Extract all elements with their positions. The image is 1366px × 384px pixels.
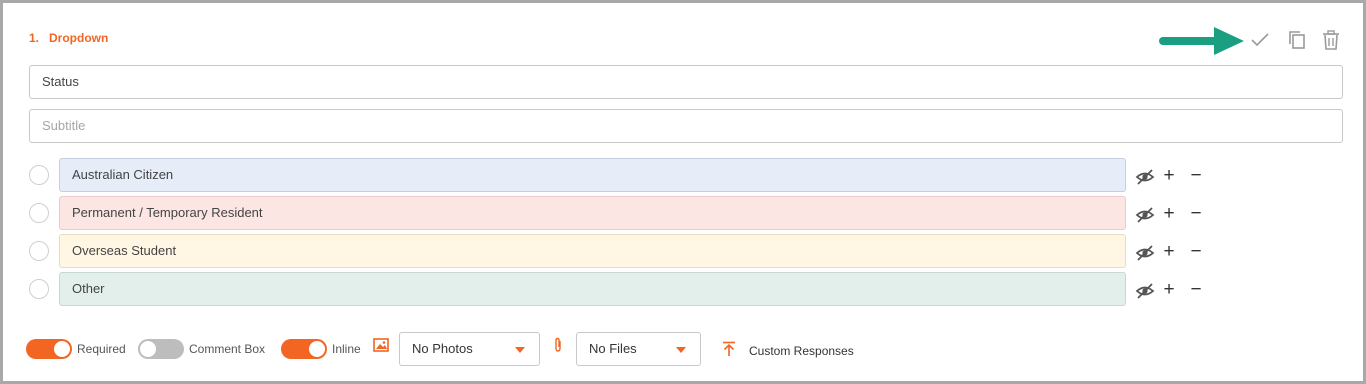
check-icon[interactable] bbox=[1249, 29, 1271, 51]
remove-option-icon[interactable]: − bbox=[1188, 242, 1204, 261]
custom-responses-link[interactable]: Custom Responses bbox=[749, 344, 854, 358]
comment-box-label: Comment Box bbox=[189, 342, 266, 356]
add-option-icon[interactable]: + bbox=[1161, 204, 1177, 223]
caret-down-icon bbox=[676, 347, 686, 353]
eye-off-icon[interactable] bbox=[1135, 243, 1155, 263]
inline-label: Inline bbox=[332, 342, 361, 356]
copy-icon[interactable] bbox=[1286, 29, 1308, 51]
add-option-icon[interactable]: + bbox=[1161, 242, 1177, 261]
option-radio[interactable] bbox=[29, 165, 49, 185]
option-input[interactable]: Other bbox=[59, 272, 1126, 306]
add-option-icon[interactable]: + bbox=[1161, 166, 1177, 185]
inline-toggle[interactable] bbox=[281, 339, 327, 359]
add-option-icon[interactable]: + bbox=[1161, 280, 1177, 299]
annotation-arrow-icon bbox=[1159, 27, 1244, 55]
trash-icon[interactable] bbox=[1320, 29, 1342, 51]
option-input[interactable]: Permanent / Temporary Resident bbox=[59, 196, 1126, 230]
comment-box-toggle[interactable] bbox=[138, 339, 184, 359]
files-select-value: No Files bbox=[589, 341, 637, 356]
required-label: Required bbox=[77, 342, 126, 356]
photos-select[interactable]: No Photos bbox=[399, 332, 540, 366]
question-number: 1. bbox=[29, 31, 40, 45]
remove-option-icon[interactable]: − bbox=[1188, 166, 1204, 185]
eye-off-icon[interactable] bbox=[1135, 205, 1155, 225]
toggle-knob bbox=[309, 341, 325, 357]
paperclip-icon bbox=[550, 337, 566, 353]
toggle-knob bbox=[140, 341, 156, 357]
question-title-input[interactable]: Status bbox=[29, 65, 1343, 99]
option-input[interactable]: Australian Citizen bbox=[59, 158, 1126, 192]
eye-off-icon[interactable] bbox=[1135, 167, 1155, 187]
required-toggle[interactable] bbox=[26, 339, 72, 359]
files-select[interactable]: No Files bbox=[576, 332, 701, 366]
remove-option-icon[interactable]: − bbox=[1188, 280, 1204, 299]
eye-off-icon[interactable] bbox=[1135, 281, 1155, 301]
question-heading: 1. Dropdown bbox=[29, 31, 108, 45]
question-card: 1. Dropdown Status Subtitle Australian Ci… bbox=[0, 0, 1366, 384]
upload-icon[interactable] bbox=[721, 341, 737, 357]
subtitle-input[interactable]: Subtitle bbox=[29, 109, 1343, 143]
option-input[interactable]: Overseas Student bbox=[59, 234, 1126, 268]
photos-select-value: No Photos bbox=[412, 341, 473, 356]
image-icon bbox=[373, 337, 389, 353]
option-radio[interactable] bbox=[29, 279, 49, 299]
question-type-label: Dropdown bbox=[49, 31, 109, 45]
option-radio[interactable] bbox=[29, 203, 49, 223]
option-radio[interactable] bbox=[29, 241, 49, 261]
caret-down-icon bbox=[515, 347, 525, 353]
toggle-knob bbox=[54, 341, 70, 357]
remove-option-icon[interactable]: − bbox=[1188, 204, 1204, 223]
